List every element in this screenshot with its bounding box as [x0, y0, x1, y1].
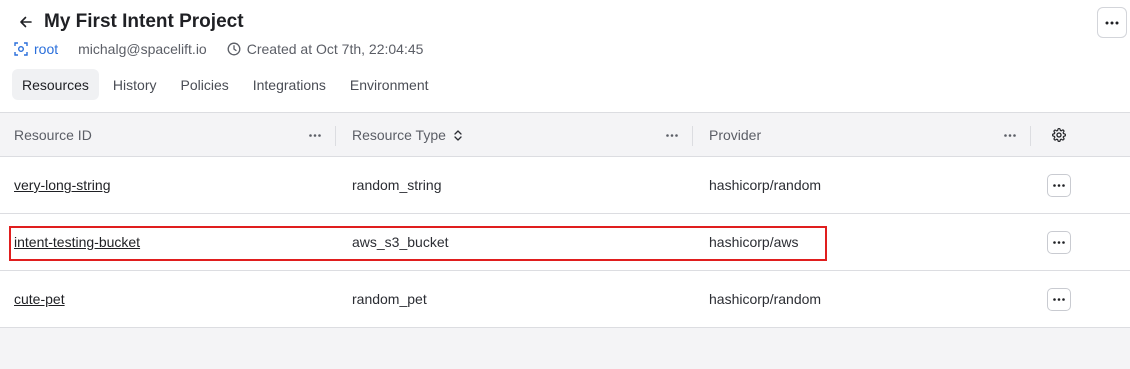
resource-type-cell: random_string: [352, 177, 442, 193]
page-title: My First Intent Project: [44, 11, 244, 32]
resource-type-cell: aws_s3_bucket: [352, 234, 449, 250]
table-row: very-long-string random_string hashicorp…: [0, 157, 1130, 214]
more-horizontal-icon: [666, 133, 678, 137]
resource-id-link[interactable]: intent-testing-bucket: [14, 234, 140, 250]
space-label: root: [34, 41, 59, 57]
more-horizontal-icon: [1004, 133, 1016, 137]
gear-icon: [1052, 128, 1066, 142]
provider-cell: hashicorp/random: [709, 177, 822, 193]
column-header-resource-id[interactable]: Resource ID: [14, 113, 92, 157]
tab-policies[interactable]: Policies: [170, 69, 238, 100]
tab-environment[interactable]: Environment: [340, 69, 439, 100]
column-divider[interactable]: [692, 126, 693, 146]
column-options-resource-id[interactable]: [305, 125, 325, 145]
more-horizontal-icon: [1105, 21, 1119, 24]
resource-id-link[interactable]: very-long-string: [14, 177, 110, 193]
sort-icon: [454, 129, 462, 141]
project-more-button[interactable]: [1097, 7, 1127, 38]
column-header-resource-type[interactable]: Resource Type: [352, 113, 462, 157]
table-row: cute-pet random_pet hashicorp/random: [0, 271, 1130, 328]
column-options-resource-type[interactable]: [662, 125, 682, 145]
tab-history[interactable]: History: [103, 69, 167, 100]
table-row: intent-testing-bucket aws_s3_bucket hash…: [0, 214, 1130, 271]
resource-id-link[interactable]: cute-pet: [14, 291, 65, 307]
user-email: michalg@spacelift.io: [78, 41, 207, 57]
table-settings-button[interactable]: [1049, 125, 1069, 145]
back-button[interactable]: [16, 12, 36, 32]
table-header: Resource ID Resource Type Provider: [0, 113, 1130, 157]
provider-cell: hashicorp/random: [709, 291, 822, 307]
row-more-button[interactable]: [1047, 174, 1071, 197]
tab-resources[interactable]: Resources: [12, 69, 99, 100]
column-divider[interactable]: [335, 126, 336, 146]
project-meta: root michalg@spacelift.io Created at Oct…: [14, 40, 443, 58]
row-more-button[interactable]: [1047, 231, 1071, 254]
resource-id-cell: cute-pet: [14, 271, 65, 327]
more-horizontal-icon: [1053, 241, 1065, 244]
row-more-button[interactable]: [1047, 288, 1071, 311]
created-at-text: Created at Oct 7th, 22:04:45: [246, 41, 424, 57]
resource-type-cell: random_pet: [352, 291, 427, 307]
more-horizontal-icon: [309, 133, 321, 137]
column-header-label: Resource Type: [352, 127, 446, 143]
user-email-text: michalg@spacelift.io: [78, 41, 207, 57]
created-at: Created at Oct 7th, 22:04:45: [227, 41, 424, 57]
column-header-label: Provider: [709, 127, 762, 143]
column-header-provider[interactable]: Provider: [709, 113, 761, 157]
resource-id-cell: very-long-string: [14, 157, 110, 213]
space-link[interactable]: root: [14, 41, 58, 57]
space-icon: [14, 42, 28, 56]
more-horizontal-icon: [1053, 298, 1065, 301]
resource-id-cell: intent-testing-bucket: [14, 214, 140, 270]
clock-icon: [227, 42, 241, 56]
resources-page: My First Intent Project root michalg@spa…: [0, 0, 1130, 369]
column-header-label: Resource ID: [14, 127, 92, 143]
more-horizontal-icon: [1053, 184, 1065, 187]
arrow-left-icon: [20, 16, 32, 28]
project-tabs: Resources History Policies Integrations …: [12, 69, 443, 100]
tab-integrations[interactable]: Integrations: [243, 69, 336, 100]
column-divider[interactable]: [1030, 126, 1031, 146]
resources-table: Resource ID Resource Type Provider very-…: [0, 112, 1130, 369]
provider-cell: hashicorp/aws: [709, 234, 799, 250]
column-options-provider[interactable]: [1000, 125, 1020, 145]
project-header: My First Intent Project root michalg@spa…: [0, 0, 1130, 112]
